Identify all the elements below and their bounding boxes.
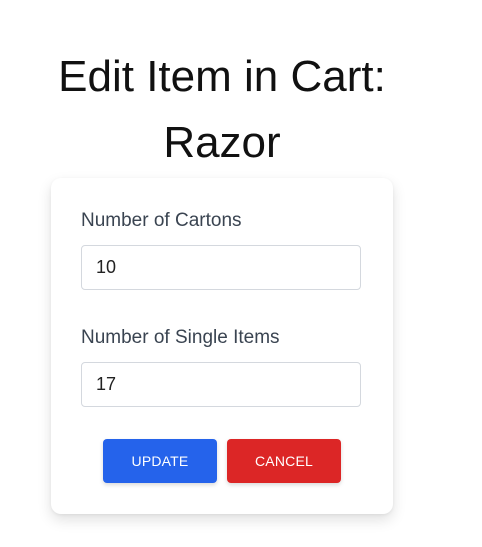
cartons-label: Number of Cartons [81, 210, 242, 231]
single-items-input[interactable] [81, 362, 361, 407]
edit-item-form: Number of Cartons Number of Single Items… [51, 178, 393, 514]
update-button[interactable]: UPDATE [103, 439, 217, 483]
cancel-button[interactable]: CANCEL [227, 439, 341, 483]
page-title-item-name: Razor [163, 118, 281, 167]
page-title: Edit Item in Cart: Razor [0, 44, 444, 176]
page-title-line1: Edit Item in Cart: [58, 52, 386, 101]
single-items-label: Number of Single Items [81, 327, 280, 348]
cartons-input[interactable] [81, 245, 361, 290]
